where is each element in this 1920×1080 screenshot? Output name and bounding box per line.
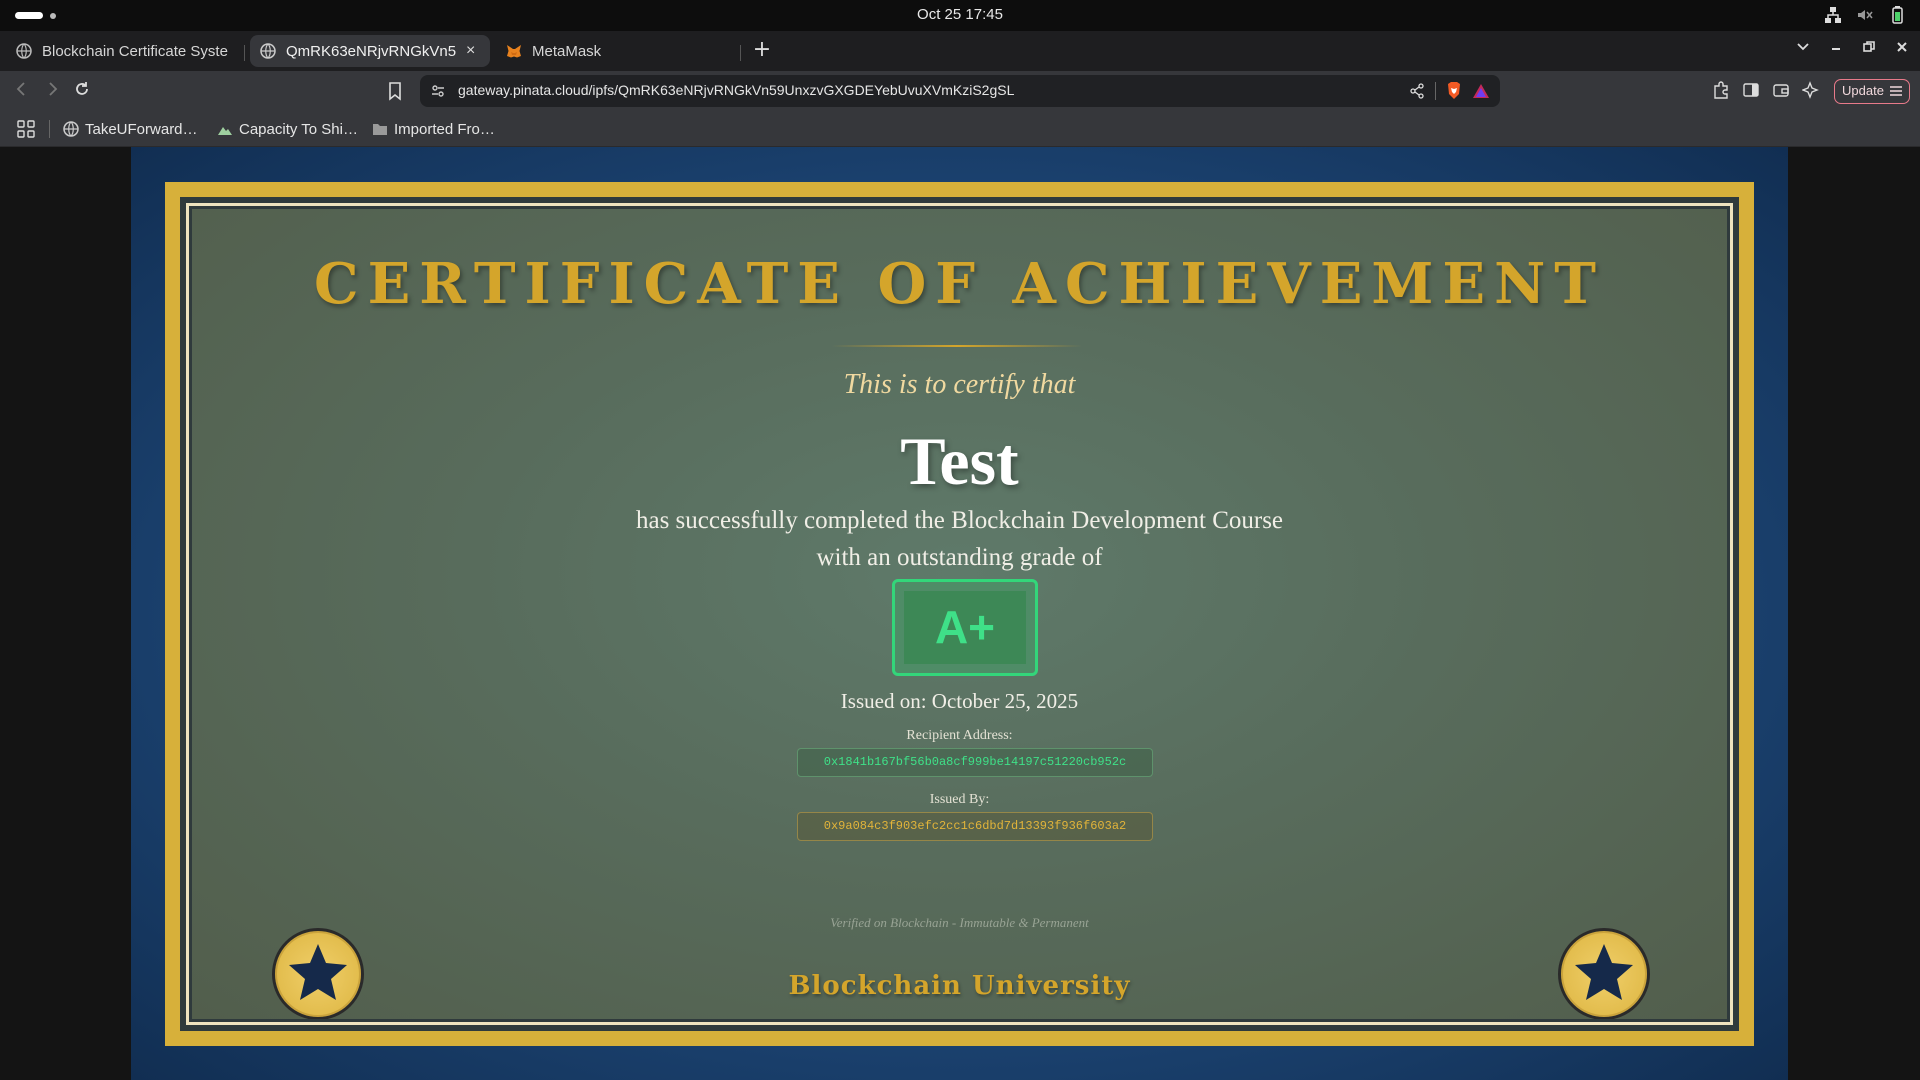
bookmarks-divider — [49, 120, 50, 138]
update-label: Update — [1842, 83, 1884, 98]
browser-toolbar: gateway.pinata.cloud/ipfs/QmRK63eNRjvRNG… — [0, 71, 1920, 111]
certify-text: This is to certify that — [843, 369, 1076, 400]
back-button[interactable] — [10, 79, 34, 103]
folder-icon — [373, 124, 387, 135]
mountain-icon — [218, 127, 232, 135]
new-tab-button[interactable]: + — [748, 37, 776, 65]
certificate-frame: CERTIFICATE OF ACHIEVEMENT This is to ce… — [165, 182, 1754, 1046]
left-seal-star-icon — [272, 928, 364, 1019]
url-text[interactable]: gateway.pinata.cloud/ipfs/QmRK63eNRjvRNG… — [458, 82, 1014, 98]
reload-button[interactable] — [70, 79, 94, 103]
restore-icon[interactable] — [1858, 39, 1880, 58]
tab-label: QmRK63eNRjvRNGkVn59 — [286, 42, 456, 60]
tab-label: Blockchain Certificate System — [42, 42, 228, 60]
brave-shields-icon[interactable] — [1446, 81, 1462, 100]
grade-value: A+ — [904, 591, 1026, 664]
tab-list-chevron-icon[interactable] — [1792, 39, 1814, 58]
menu-hamburger-icon — [1890, 86, 1902, 96]
issuer-address[interactable]: 0x9a084c3f903efc2cc1c6dbd7d13393f936f603… — [797, 812, 1153, 841]
system-clock[interactable]: Oct 25 17:45 — [0, 6, 1920, 23]
globe-icon — [260, 43, 276, 59]
recipient-name: Test — [900, 423, 1019, 499]
brave-rewards-icon[interactable] — [1472, 83, 1490, 99]
volume-muted-icon[interactable] — [1856, 6, 1874, 24]
leo-ai-icon[interactable] — [1801, 81, 1820, 99]
url-divider — [1435, 81, 1436, 100]
grade-badge: A+ — [892, 579, 1038, 676]
bookmark-label: Capacity To Shi… — [239, 120, 358, 138]
share-icon[interactable] — [1409, 82, 1425, 99]
recipient-address-label: Recipient Address: — [906, 728, 1013, 743]
bookmark-label: TakeUForward… — [85, 120, 198, 138]
bookmark-takeuforward[interactable]: TakeUForward… — [63, 118, 198, 140]
bookmarks-bar: TakeUForward… Capacity To Shi… Imported … — [0, 111, 1920, 147]
title-divider — [832, 345, 1082, 347]
address-bar[interactable]: gateway.pinata.cloud/ipfs/QmRK63eNRjvRNG… — [420, 75, 1500, 107]
minimize-icon[interactable] — [1825, 39, 1847, 58]
description-line-2: with an outstanding grade of — [816, 544, 1103, 571]
bookmark-label: Imported Fro… — [394, 120, 495, 138]
issued-date: Issued on: October 25, 2025 — [840, 689, 1079, 713]
battery-icon[interactable] — [1888, 6, 1906, 24]
bookmark-page-icon[interactable] — [387, 81, 403, 101]
tab-close-icon[interactable]: × — [466, 42, 475, 60]
apps-grid-icon[interactable] — [17, 120, 35, 138]
tab-separator — [244, 45, 245, 61]
network-icon[interactable] — [1824, 6, 1842, 24]
site-settings-icon[interactable] — [430, 83, 446, 99]
close-window-icon[interactable] — [1891, 39, 1913, 58]
toolbar-actions — [1712, 81, 1820, 99]
certificate-title: CERTIFICATE OF ACHIEVEMENT — [314, 251, 1605, 317]
globe-icon — [16, 43, 32, 59]
page-viewport[interactable]: CERTIFICATE OF ACHIEVEMENT This is to ce… — [0, 147, 1920, 1080]
sidebar-icon[interactable] — [1742, 81, 1760, 99]
extensions-icon[interactable] — [1712, 81, 1730, 99]
update-menu-button[interactable]: Update — [1834, 79, 1910, 104]
system-tray[interactable] — [1824, 6, 1906, 24]
wallet-icon[interactable] — [1772, 81, 1790, 99]
bookmark-capacity-to-ship[interactable]: Capacity To Shi… — [217, 118, 358, 140]
metamask-fox-icon — [507, 45, 521, 58]
issuer-address-label: Issued By: — [929, 792, 990, 807]
tab-separator — [740, 45, 741, 61]
page-background: CERTIFICATE OF ACHIEVEMENT This is to ce… — [131, 147, 1788, 1080]
globe-icon — [63, 121, 79, 137]
course-description: has successfully completed the Blockchai… — [192, 502, 1727, 576]
tab-certificate-ipfs[interactable]: QmRK63eNRjvRNGkVn59 × — [250, 35, 490, 67]
os-top-bar: Oct 25 17:45 — [0, 0, 1920, 31]
tab-strip: Blockchain Certificate System QmRK63eNRj… — [0, 31, 1920, 71]
tab-label: MetaMask — [532, 42, 602, 60]
certificate-panel: CERTIFICATE OF ACHIEVEMENT This is to ce… — [192, 209, 1727, 1019]
forward-button[interactable] — [40, 79, 64, 103]
recipient-address[interactable]: 0x1841b167bf56b0a8cf999be14197c51220cb95… — [797, 748, 1153, 777]
description-line-1: has successfully completed the Blockchai… — [635, 507, 1284, 534]
bookmark-imported-from[interactable]: Imported Fro… — [372, 118, 495, 140]
right-seal-star-icon — [1558, 928, 1650, 1019]
verified-note: Verified on Blockchain - Immutable & Per… — [830, 915, 1089, 930]
tab-metamask[interactable]: MetaMask — [496, 35, 736, 67]
university-name: Blockchain University — [788, 971, 1131, 1001]
tab-blockchain-certificate-system[interactable]: Blockchain Certificate System — [6, 35, 238, 67]
